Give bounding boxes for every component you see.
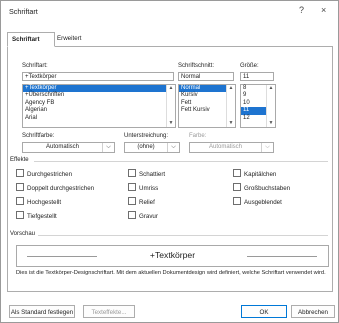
checkbox-umriss[interactable]: Umriss	[128, 183, 158, 192]
text-effects-button[interactable]: Texteffekte...	[83, 305, 135, 318]
underline-color-label: Farbe:	[189, 133, 207, 139]
underline-dropdown[interactable]: (ohne) ⌵	[124, 142, 180, 153]
checkbox-label: Großbuchstaben	[244, 185, 291, 192]
checkbox-box[interactable]	[16, 169, 24, 177]
font-list-item[interactable]: Agency FB	[23, 100, 175, 107]
checkbox-box[interactable]	[233, 183, 241, 191]
checkbox-label: Durchgestrichen	[27, 171, 73, 178]
checkbox-label: Hochgestellt	[27, 199, 62, 206]
effects-heading: Effekte	[10, 157, 29, 163]
checkbox-doppelt-durchgestrichen[interactable]: Doppelt durchgestrichen	[16, 183, 94, 192]
tab-schriftart[interactable]: Schriftart	[7, 32, 55, 47]
checkbox-box[interactable]	[16, 197, 24, 205]
underline-label: Unterstreichung:	[124, 133, 169, 139]
checkbox-relief[interactable]: Relief	[128, 197, 155, 206]
checkbox-schattiert[interactable]: Schattiert	[128, 169, 165, 178]
checkbox-durchgestrichen[interactable]: Durchgestrichen	[16, 169, 72, 178]
checkbox-box[interactable]	[128, 169, 136, 177]
checkbox-box[interactable]	[128, 211, 136, 219]
font-list-scrollbar[interactable]: ▲ ▼	[166, 85, 175, 127]
ok-button[interactable]: OK	[241, 305, 287, 318]
chevron-down-icon: ⌵	[102, 143, 114, 152]
size-list-scrollbar[interactable]: ▲ ▼	[266, 85, 275, 127]
font-list[interactable]: +Textkörper +Überschriften Agency FB Alg…	[22, 84, 176, 128]
style-label: Schriftschnitt:	[178, 63, 215, 69]
dialog-title: Schriftart	[9, 7, 38, 16]
checkbox-grossbuchstaben[interactable]: Großbuchstaben	[233, 183, 290, 192]
checkbox-label: Umriss	[139, 185, 159, 192]
font-color-value: Automatisch	[45, 144, 79, 150]
checkbox-box[interactable]	[233, 197, 241, 205]
scroll-down-icon[interactable]: ▼	[267, 120, 275, 127]
checkbox-box[interactable]	[16, 211, 24, 219]
checkbox-hochgestellt[interactable]: Hochgestellt	[16, 197, 61, 206]
font-color-label: Schriftfarbe:	[22, 133, 55, 139]
checkbox-label: Gravur	[139, 213, 158, 220]
checkbox-label: Schattiert	[139, 171, 166, 178]
font-color-dropdown[interactable]: Automatisch ⌵	[22, 142, 115, 153]
font-dialog: Schriftart ? × Schriftart Erweitert Schr…	[0, 0, 339, 323]
checkbox-label: Ausgeblendet	[244, 199, 282, 206]
size-label: Größe:	[240, 63, 259, 69]
size-input[interactable]: 11	[240, 72, 274, 81]
checkbox-label: Doppelt durchgestrichen	[27, 185, 95, 192]
preview-baseline	[247, 256, 317, 257]
chevron-down-icon: ⌵	[167, 143, 179, 152]
checkbox-label: Kapitälchen	[244, 171, 277, 178]
style-input[interactable]: Normal	[178, 72, 234, 81]
preview-description: Dies ist die Textkörper-Designschriftart…	[16, 270, 326, 276]
checkbox-label: Relief	[139, 199, 155, 206]
font-list-item[interactable]: Algerian	[23, 107, 175, 114]
scroll-up-icon[interactable]: ▲	[267, 85, 275, 92]
divider	[38, 235, 328, 236]
style-list[interactable]: Normal Kursiv Fett Fett Kursiv ▲ ▼	[178, 84, 236, 128]
scroll-up-icon[interactable]: ▲	[227, 85, 235, 92]
checkbox-label: Tiefgestellt	[27, 213, 57, 220]
cancel-button[interactable]: Abbrechen	[291, 305, 335, 318]
set-default-button[interactable]: Als Standard festlegen	[9, 305, 75, 318]
preview-text: +Textkörper	[149, 250, 196, 260]
underline-color-value: Automatisch	[208, 144, 242, 150]
preview-heading: Vorschau	[10, 231, 36, 237]
checkbox-box[interactable]	[128, 183, 136, 191]
close-button[interactable]: ×	[321, 5, 326, 15]
style-list-scrollbar[interactable]: ▲ ▼	[226, 85, 235, 127]
divider	[34, 161, 328, 162]
underline-color-dropdown[interactable]: Automatisch ⌵	[189, 142, 274, 153]
checkbox-tiefgestellt[interactable]: Tiefgestellt	[16, 211, 57, 220]
checkbox-box[interactable]	[128, 197, 136, 205]
checkbox-box[interactable]	[16, 183, 24, 191]
font-list-item[interactable]: +Überschriften	[23, 92, 175, 99]
preview-box: +Textkörper	[16, 245, 329, 267]
scroll-up-icon[interactable]: ▲	[167, 85, 175, 92]
scroll-down-icon[interactable]: ▼	[227, 120, 235, 127]
checkbox-kapitaelchen[interactable]: Kapitälchen	[233, 169, 276, 178]
help-button[interactable]: ?	[299, 5, 304, 15]
font-input[interactable]: +Textkörper	[22, 72, 174, 81]
font-list-item[interactable]: Arial	[23, 115, 175, 122]
checkbox-gravur[interactable]: Gravur	[128, 211, 158, 220]
tab-panel-schriftart: Schriftart: +Textkörper +Textkörper +Übe…	[7, 46, 333, 292]
checkbox-ausgeblendet[interactable]: Ausgeblendet	[233, 197, 282, 206]
underline-value: (ohne)	[137, 144, 155, 150]
scroll-down-icon[interactable]: ▼	[167, 120, 175, 127]
chevron-down-icon: ⌵	[261, 143, 273, 152]
tab-erweitert[interactable]: Erweitert	[53, 32, 99, 45]
font-label: Schriftart:	[22, 63, 48, 69]
title-bar: Schriftart ? ×	[1, 1, 338, 23]
size-list[interactable]: 8 9 10 11 12 ▲ ▼	[240, 84, 276, 128]
checkbox-box[interactable]	[233, 169, 241, 177]
